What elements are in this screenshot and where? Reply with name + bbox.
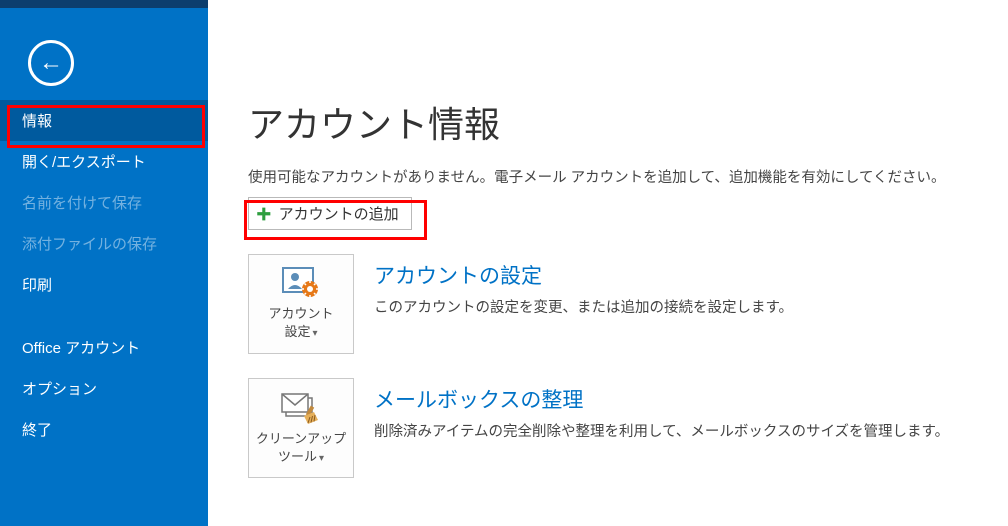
sidebar-item-label: 添付ファイルの保存 — [22, 236, 157, 253]
section-description: 削除済みアイテムの完全削除や整理を利用して、メールボックスのサイズを管理します。 — [374, 420, 978, 441]
plus-icon: ➕︎ — [257, 205, 271, 223]
section-title: メールボックスの整理 — [374, 384, 978, 414]
sidebar-item-label: 名前を付けて保存 — [22, 195, 142, 212]
page-title: アカウント情報 — [248, 96, 978, 148]
sidebar-item-office-account[interactable]: Office アカウント — [0, 327, 208, 368]
account-settings-tile[interactable]: アカウント 設定▾ — [248, 254, 354, 354]
account-settings-icon — [282, 267, 320, 299]
tile-label: アカウント 設定▾ — [268, 305, 333, 341]
add-account-button[interactable]: ➕︎ アカウントの追加 — [248, 197, 412, 230]
main-content: アカウント情報 使用可能なアカウントがありません。電子メール アカウントを追加し… — [208, 0, 1008, 526]
sidebar-item-label: 終了 — [22, 422, 52, 439]
chevron-down-icon: ▾ — [319, 453, 324, 464]
back-arrow-icon: ← — [39, 51, 63, 75]
sidebar-item-label: オプション — [22, 381, 97, 398]
sidebar-item-save-attachments: 添付ファイルの保存 — [0, 223, 208, 264]
sidebar-item-label: 開く/エクスポート — [22, 154, 146, 171]
add-account-label: アカウントの追加 — [279, 203, 399, 224]
sidebar-item-open-export[interactable]: 開く/エクスポート — [0, 141, 208, 182]
section-cleanup: クリーンアップ ツール▾ メールボックスの整理 削除済みアイテムの完全削除や整理… — [248, 378, 978, 478]
sidebar-item-label: 情報 — [22, 113, 52, 130]
sidebar-item-exit[interactable]: 終了 — [0, 409, 208, 450]
page-description: 使用可能なアカウントがありません。電子メール アカウントを追加して、追加機能を有… — [248, 166, 978, 187]
sidebar-item-info[interactable]: 情報 — [0, 100, 208, 141]
section-title: アカウントの設定 — [374, 260, 978, 290]
chevron-down-icon: ▾ — [312, 328, 317, 339]
cleanup-tools-tile[interactable]: クリーンアップ ツール▾ — [248, 378, 354, 478]
sidebar-item-label: Office アカウント — [22, 340, 140, 357]
sidebar-item-options[interactable]: オプション — [0, 368, 208, 409]
section-account-settings: アカウント 設定▾ アカウントの設定 このアカウントの設定を変更、または追加の接… — [248, 254, 978, 354]
sidebar-item-label: 印刷 — [22, 277, 52, 294]
back-button[interactable]: ← — [28, 40, 74, 86]
cleanup-icon — [280, 390, 322, 424]
sidebar-item-save-as: 名前を付けて保存 — [0, 182, 208, 223]
tile-label: クリーンアップ ツール▾ — [256, 430, 346, 466]
sidebar: ← 情報 開く/エクスポート 名前を付けて保存 添付ファイルの保存 印刷 Off… — [0, 0, 208, 526]
sidebar-item-print[interactable]: 印刷 — [0, 264, 208, 305]
section-description: このアカウントの設定を変更、または追加の接続を設定します。 — [374, 296, 978, 317]
